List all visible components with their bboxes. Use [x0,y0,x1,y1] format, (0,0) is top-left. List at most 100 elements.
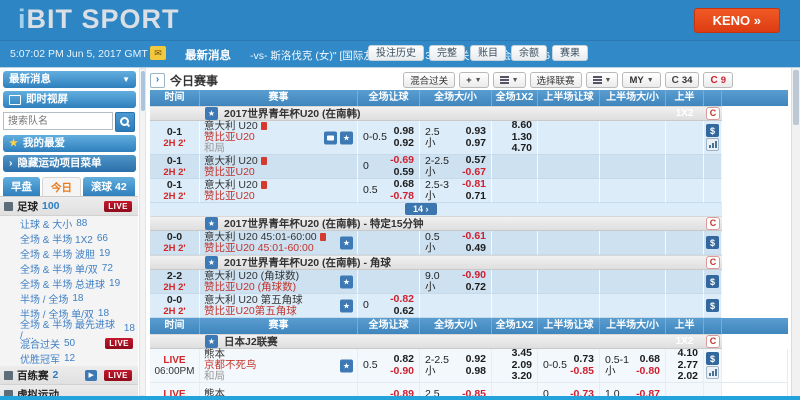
sidebar-news-header[interactable]: 最新消息 ▼ [3,71,136,88]
expand-icon[interactable]: › [150,72,165,88]
more-markets-icon[interactable]: ★ [340,359,353,372]
favorite-star-icon[interactable]: ★ [205,107,218,120]
refresh-timer-button[interactable]: C 34 [664,72,700,88]
market-item-odd-even[interactable]: 全场 & 半场 单/双 72 [0,261,138,276]
odds-price[interactable]: 0.59 [394,166,414,179]
bet-money-icon[interactable]: $ [706,299,719,312]
league-refresh-button[interactable]: C [706,217,720,230]
odds-price[interactable]: 0.71 [466,190,486,203]
odds-price[interactable]: 3.20 [512,371,532,383]
favorite-star-icon[interactable]: ★ [205,256,218,269]
sport-bailiansai[interactable]: 百练赛 2 ▶ LIVE [0,366,138,385]
odds-price[interactable]: 0.97 [466,137,486,150]
page-scrollbar[interactable] [791,68,800,396]
search-button[interactable] [115,112,135,132]
odds-price[interactable]: 0.73 [574,353,594,366]
sort-button[interactable]: ▼ [492,72,526,88]
odds-price[interactable]: -0.85 [462,388,486,396]
odds-price[interactable]: 0.62 [394,305,414,318]
stats-chart-icon[interactable] [706,366,719,379]
refresh-alt-button[interactable]: C9 [703,72,733,88]
live-stream-icon[interactable] [324,131,337,144]
odds-price[interactable]: -0.90 [390,365,414,378]
sport-soccer[interactable]: 足球 100 LIVE [0,197,138,216]
odds-price[interactable]: 0.72 [466,281,486,294]
odds-price[interactable]: 0.82 [394,353,414,366]
match-clock: 2H 2' [163,138,186,149]
bet-money-icon[interactable]: $ [706,275,719,288]
bet-money-icon[interactable]: $ [706,352,719,365]
more-markets-icon[interactable]: ★ [340,275,353,288]
favorite-star-icon[interactable]: ★ [205,335,218,348]
market-item-mix-parlay[interactable]: 混合过关 50 LIVE [0,336,138,351]
odds-price[interactable]: -0.78 [390,190,414,203]
odds-price[interactable]: 0.49 [466,242,486,255]
row-tools [704,155,722,179]
odds-price[interactable]: -0.90 [462,269,486,282]
more-markets-icon[interactable]: ★ [340,131,353,144]
market-item-total-goal[interactable]: 全场 & 半场 总进球 19 [0,276,138,291]
odds-price[interactable]: 4.70 [512,143,532,155]
bet-money-icon[interactable]: $ [706,236,719,249]
search-input[interactable] [3,112,113,130]
odds-price[interactable]: 0.98 [394,125,414,138]
odds-price[interactable]: 0.93 [466,125,486,138]
market-item-1x2[interactable]: 全场 & 半场 1X2 66 [0,231,138,246]
bet-history-button[interactable]: 投注历史 [368,45,424,61]
bet-money-icon[interactable]: $ [706,124,719,137]
tab-live[interactable]: 滚球 42 [83,177,135,196]
odds-price[interactable]: 0.92 [394,137,414,150]
odds-price[interactable]: -0.73 [570,388,594,396]
my-selections-button[interactable]: MY ▼ [622,72,661,88]
odds-price[interactable]: 0.92 [466,353,486,366]
hh-handicap-cell: 0 -0.73 [538,383,600,396]
market-item-correct-score[interactable]: 全场 & 半场 波胆 19 [0,246,138,261]
tab-early[interactable]: 早盘 [3,177,40,196]
my-list-button[interactable]: ▼ [585,72,619,88]
favorite-star-icon[interactable]: ★ [205,217,218,230]
odds-price[interactable]: -0.85 [570,365,594,378]
odds-price[interactable]: -0.87 [636,388,660,396]
odds-price[interactable]: 0.98 [466,365,486,378]
odds-price[interactable]: 0.57 [466,154,486,167]
odds-price[interactable]: -0.67 [462,166,486,179]
keno-button[interactable]: KENO » [693,8,780,33]
odds-price[interactable]: -0.81 [462,178,486,191]
stats-chart-icon[interactable] [706,138,719,151]
market-item-outright[interactable]: 优胜冠军 12 [0,351,138,366]
league-refresh-button[interactable]: C [706,256,720,269]
mix-parlay-button[interactable]: 混合过关 [403,72,456,88]
odds-price[interactable]: -0.80 [636,365,660,378]
select-league-button[interactable]: 选择联赛 [529,72,582,88]
sidebar-video-header[interactable]: 即时视屏 [3,91,136,108]
odds-price[interactable]: 0.68 [394,178,414,191]
market-item-ht-ft[interactable]: 半场 / 全场 18 [0,291,138,306]
hide-sports-menu-button[interactable]: › 隐藏运动项目菜单 [3,155,136,172]
sidebar-favorites-header[interactable]: ★ 我的最爱 [3,135,136,152]
odds-price[interactable]: -0.69 [390,154,414,167]
odds-price[interactable]: 0.68 [640,353,660,366]
hh-handicap-cell: 0-0.5 0.73 -0.85 [538,349,600,383]
match-time-cell: 0-1 2H 2' [150,179,200,203]
results-button[interactable]: 赛果 [552,45,588,61]
odds-price[interactable]: -0.82 [390,293,414,306]
add-view-button[interactable]: + ▼ [459,72,489,88]
page-scroll-thumb[interactable] [793,70,799,125]
more-markets-icon[interactable]: ★ [340,299,353,312]
league-refresh-button[interactable]: C [706,107,720,120]
tab-today[interactable]: 今日 [42,177,81,196]
sport-virtual[interactable]: 虚拟运动 [0,385,138,396]
market-item-first-goal[interactable]: 全场 & 半场 最先进球 / ... 18 [0,320,138,342]
market-item-hdp-ou[interactable]: 让球 & 大小 88 [0,216,138,231]
full-view-button[interactable]: 完整 [429,45,465,61]
league-refresh-button[interactable]: C [706,335,720,348]
sidebar-scrollbar[interactable] [139,68,146,396]
balance-button[interactable]: 余额 [511,45,547,61]
odds-price[interactable]: -0.61 [462,230,486,243]
odds-price[interactable]: -0.89 [390,388,414,396]
more-markets-icon[interactable]: ★ [340,236,353,249]
statement-button[interactable]: 账目 [470,45,506,61]
sidebar-scroll-thumb[interactable] [141,71,145,111]
odds-price[interactable]: 2.02 [678,371,698,383]
more-markets-button[interactable]: 14 › [405,203,437,215]
